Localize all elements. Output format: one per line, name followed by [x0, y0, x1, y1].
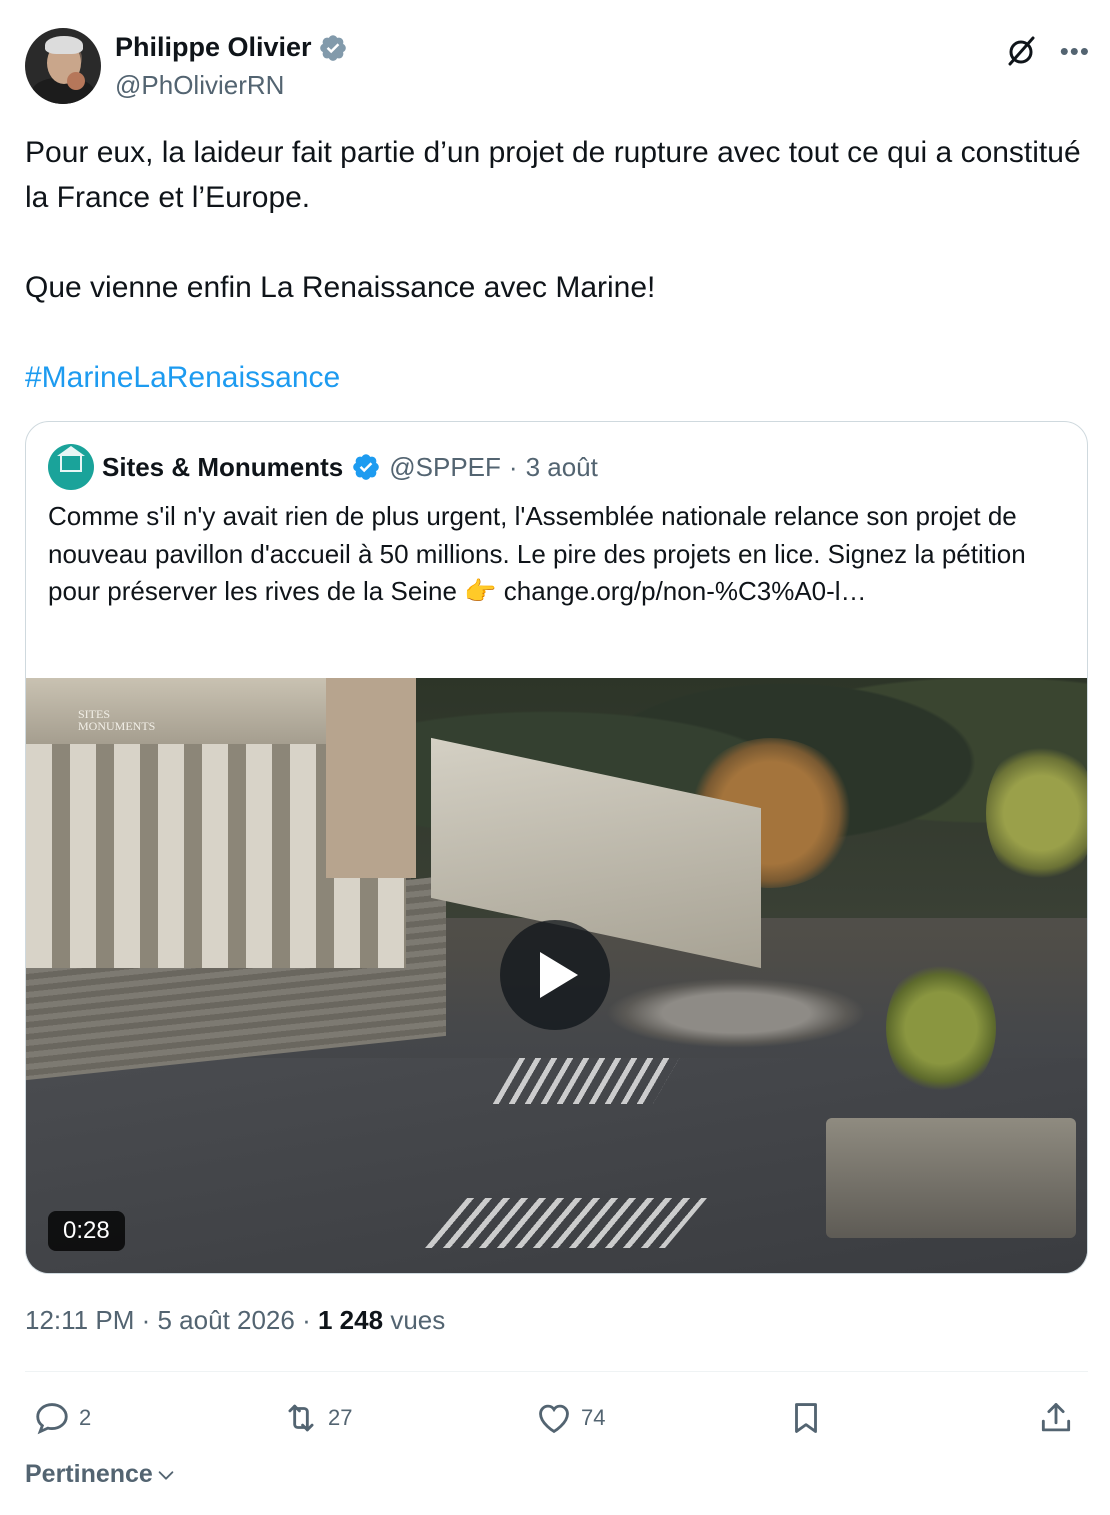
author-display-name[interactable]: Philippe Olivier [115, 32, 312, 63]
quoted-author-name[interactable]: Sites & Monuments [102, 452, 343, 483]
video-player[interactable]: SITES MONUMENTS 0:28 [26, 678, 1087, 1273]
verified-badge-icon [319, 34, 346, 61]
share-icon [1041, 1403, 1071, 1432]
video-kiosk [826, 1118, 1076, 1238]
video-tree [886, 958, 996, 1098]
header-actions: ••• [1004, 34, 1090, 68]
verified-badge-icon [353, 454, 380, 480]
quoted-tweet[interactable]: Sites & Monuments @SPPEF · 3 août Comme … [25, 421, 1088, 1274]
bookmark-button[interactable] [787, 1392, 825, 1444]
repost-count: 27 [328, 1405, 353, 1430]
tweet-paragraph-2: Que vienne enfin La Renaissance avec Mar… [25, 271, 656, 304]
video-crosswalk [425, 1198, 707, 1248]
tweet-header: Philippe Olivier @PhOlivierRN ••• [25, 28, 1090, 106]
video-green-tree [986, 738, 1087, 888]
author-name-row: Philippe Olivier [115, 32, 348, 63]
views-label: vues [390, 1305, 446, 1335]
sort-dropdown[interactable]: Pertinence [25, 1460, 177, 1489]
bookmark-icon [795, 1403, 817, 1433]
meta-separator: · [141, 1305, 151, 1335]
watermark-line-2: MONUMENTS [78, 719, 156, 733]
video-duration: 0:28 [48, 1211, 125, 1251]
author-handle[interactable]: @PhOlivierRN [115, 70, 284, 101]
video-watermark: SITES MONUMENTS [78, 708, 155, 732]
tweet-date[interactable]: 5 août 2026 [158, 1305, 295, 1335]
tweet-text: Pour eux, la laideur fait partie d’un pr… [25, 130, 1085, 400]
chevron-down-icon [158, 1470, 174, 1480]
hashtag-link[interactable]: #MarineLaRenaissance [25, 355, 1085, 400]
video-cars [606, 978, 866, 1048]
quoted-date[interactable]: 3 août [526, 452, 598, 483]
play-icon [540, 952, 578, 998]
share-button[interactable] [1037, 1392, 1075, 1444]
reply-count: 2 [79, 1405, 92, 1430]
more-icon[interactable]: ••• [1060, 38, 1090, 64]
tweet-meta: 12:11 PM · 5 août 2026 · 1 248 vues [25, 1305, 445, 1336]
quoted-author-handle[interactable]: @SPPEF [389, 452, 501, 483]
reply-icon [36, 1403, 68, 1435]
reply-button[interactable]: 2 [33, 1392, 91, 1444]
grok-icon[interactable] [1004, 34, 1038, 68]
heart-icon [539, 1404, 569, 1434]
video-crosswalk [492, 1058, 680, 1104]
repost-icon [288, 1404, 314, 1432]
tweet-time[interactable]: 12:11 PM [25, 1305, 134, 1335]
author-avatar[interactable] [25, 28, 101, 104]
tweet-paragraph-1: Pour eux, la laideur fait partie d’un pr… [25, 136, 1081, 214]
quoted-tweet-text: Comme s'il n'y avait rien de plus urgent… [48, 501, 1026, 606]
action-bar: 2 27 74 [25, 1392, 1088, 1444]
play-button[interactable] [500, 920, 610, 1030]
quoted-meta-separator: · [508, 451, 518, 482]
video-building-side [326, 678, 416, 878]
meta-separator: · [302, 1305, 311, 1335]
quoted-tweet-header: Sites & Monuments @SPPEF · 3 août [48, 444, 598, 490]
quoted-author-avatar[interactable] [48, 444, 94, 490]
like-count: 74 [581, 1405, 606, 1430]
repost-button[interactable]: 27 [282, 1392, 352, 1444]
like-button[interactable]: 74 [535, 1392, 605, 1444]
views-count: 1 248 [318, 1305, 384, 1335]
sort-label: Pertinence [25, 1460, 153, 1488]
divider [25, 1371, 1088, 1372]
